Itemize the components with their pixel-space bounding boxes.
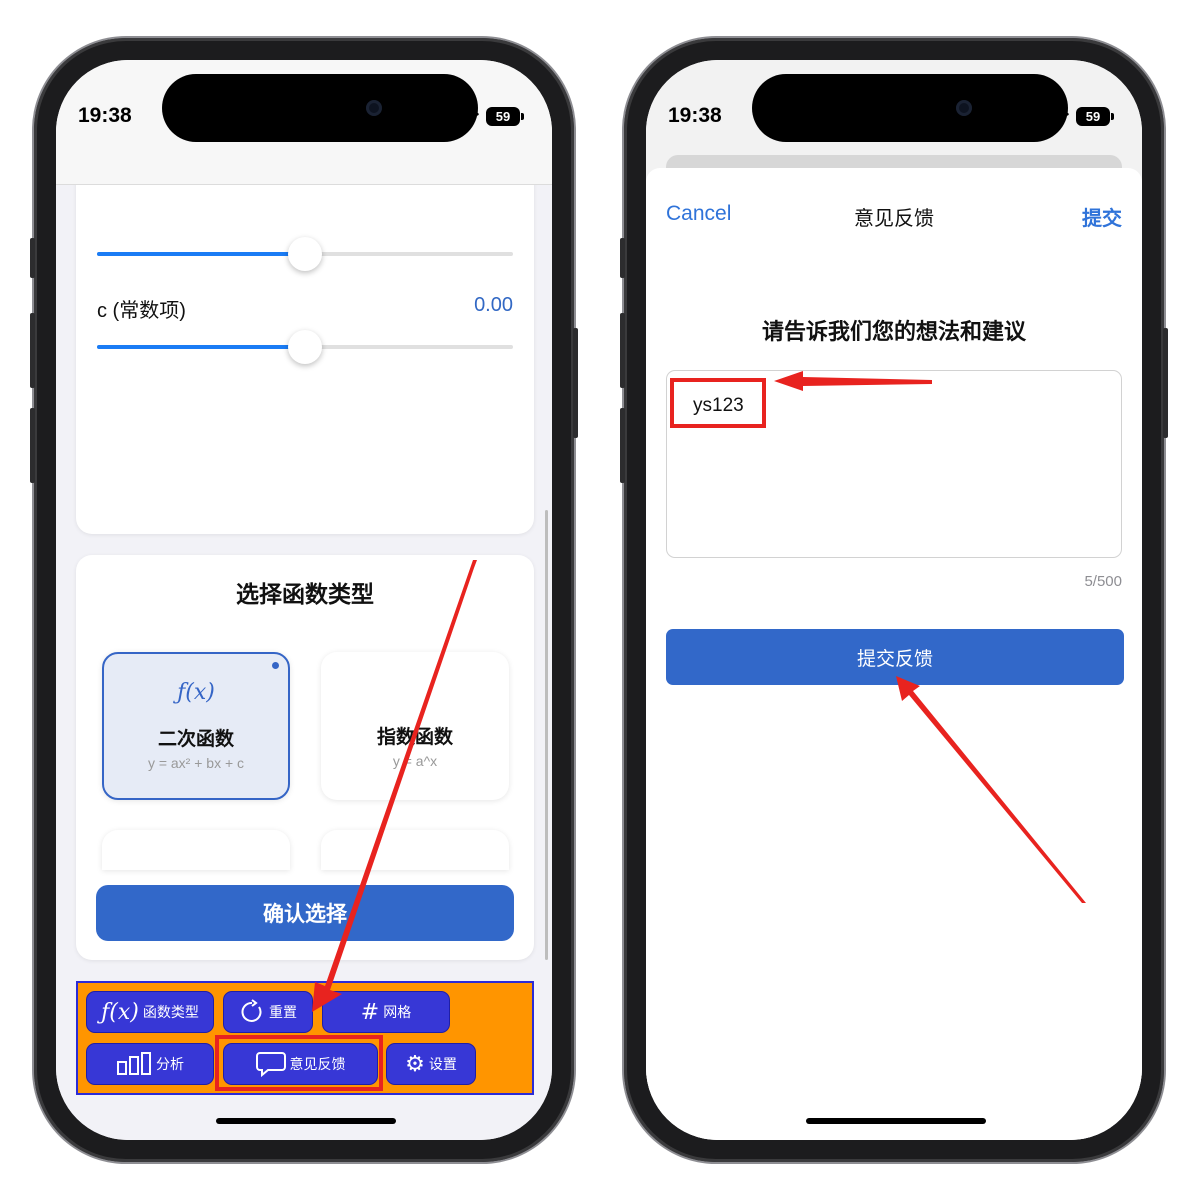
volume-down-button bbox=[30, 408, 35, 483]
wifi-icon bbox=[1047, 108, 1069, 124]
action-button bbox=[620, 238, 625, 278]
function-card-exponential[interactable]: 指数函数 y = a^x bbox=[321, 652, 509, 800]
confirm-selection-button[interactable]: 确认选择 bbox=[96, 885, 514, 941]
right-screen: 19:38 59 Cancel 意见反馈 提交 请告诉我们您的想法和建议 ys1… bbox=[646, 60, 1142, 1140]
status-icons: 59 bbox=[457, 107, 524, 126]
battery-icon: 59 bbox=[1076, 107, 1110, 126]
function-type-button[interactable]: ƒ(x) 函数类型 bbox=[86, 991, 214, 1033]
input-highlight-box bbox=[670, 378, 766, 428]
dynamic-island bbox=[752, 74, 1068, 142]
home-indicator bbox=[806, 1118, 986, 1124]
grid-label: 网格 bbox=[383, 1005, 412, 1021]
function-card-partial[interactable] bbox=[321, 830, 509, 870]
function-card-name: 指数函数 bbox=[376, 726, 453, 748]
volume-down-button bbox=[620, 408, 625, 483]
action-button bbox=[30, 238, 35, 278]
settings-label: 设置 bbox=[428, 1057, 457, 1073]
slider-b-fill bbox=[97, 252, 305, 256]
function-icon: ƒ(x) bbox=[101, 999, 139, 1025]
battery-icon: 59 bbox=[486, 107, 520, 126]
function-icon: ƒ(x) bbox=[177, 680, 215, 705]
selected-indicator bbox=[272, 662, 279, 669]
left-screen: 19:38 59 c (常数项) 0.00 选择函数类型 ƒ(x) 二次函数 y… bbox=[56, 60, 552, 1140]
home-indicator bbox=[216, 1118, 396, 1124]
slider-c-thumb[interactable] bbox=[288, 330, 322, 364]
character-counter: 5/500 bbox=[1084, 573, 1122, 590]
submit-nav-button[interactable]: 提交 bbox=[1082, 202, 1122, 231]
volume-up-button bbox=[620, 313, 625, 388]
grid-button[interactable]: # 网格 bbox=[322, 991, 450, 1033]
camera-icon bbox=[366, 100, 382, 116]
reset-label: 重置 bbox=[269, 1005, 297, 1021]
status-time: 19:38 bbox=[668, 104, 722, 127]
battery-tip bbox=[1111, 113, 1114, 120]
wifi-icon bbox=[457, 108, 479, 124]
slider-b-thumb[interactable] bbox=[288, 237, 322, 271]
feedback-prompt: 请告诉我们您的想法和建议 bbox=[761, 320, 1026, 345]
power-button bbox=[573, 328, 578, 438]
function-card-formula: y = ax² + bx + c bbox=[147, 755, 245, 771]
function-type-label: 函数类型 bbox=[142, 1005, 199, 1021]
settings-button[interactable]: ⚙ 设置 bbox=[386, 1043, 476, 1085]
bar-chart-icon bbox=[117, 1052, 151, 1075]
rotate-icon bbox=[241, 999, 262, 1022]
left-phone: 19:38 59 c (常数项) 0.00 选择函数类型 ƒ(x) 二次函数 y… bbox=[30, 38, 578, 1162]
power-button bbox=[1163, 328, 1168, 438]
reset-button[interactable]: 重置 bbox=[223, 991, 313, 1033]
sheet-title: 意见反馈 bbox=[854, 206, 934, 230]
analysis-label: 分析 bbox=[156, 1057, 184, 1073]
parameter-card: c (常数项) 0.00 bbox=[76, 160, 534, 534]
slider-c-fill bbox=[97, 345, 305, 349]
function-card-formula: y = a^x bbox=[392, 753, 438, 769]
slider-c-value: 0.00 bbox=[474, 294, 513, 316]
function-card-name: 二次函数 bbox=[157, 728, 234, 750]
gear-icon: ⚙ bbox=[405, 1051, 425, 1077]
status-icons: 59 bbox=[1047, 107, 1114, 126]
scrollbar[interactable] bbox=[545, 510, 548, 960]
analysis-button[interactable]: 分析 bbox=[86, 1043, 214, 1085]
status-time: 19:38 bbox=[78, 104, 132, 127]
camera-icon bbox=[956, 100, 972, 116]
right-phone: 19:38 59 Cancel 意见反馈 提交 请告诉我们您的想法和建议 ys1… bbox=[620, 38, 1168, 1162]
battery-tip bbox=[521, 113, 524, 120]
feedback-sheet: Cancel 意见反馈 提交 请告诉我们您的想法和建议 ys123 5/500 … bbox=[646, 168, 1142, 1140]
slider-c-label: c (常数项) bbox=[97, 300, 186, 322]
grid-icon: # bbox=[360, 999, 380, 1025]
function-card-quadratic[interactable]: ƒ(x) 二次函数 y = ax² + bx + c bbox=[102, 652, 290, 800]
function-picker-title: 选择函数类型 bbox=[236, 582, 374, 608]
dynamic-island bbox=[162, 74, 478, 142]
volume-up-button bbox=[30, 313, 35, 388]
feedback-highlight-box bbox=[215, 1035, 383, 1091]
function-card-partial[interactable] bbox=[102, 830, 290, 870]
submit-feedback-button[interactable]: 提交反馈 bbox=[666, 629, 1124, 685]
